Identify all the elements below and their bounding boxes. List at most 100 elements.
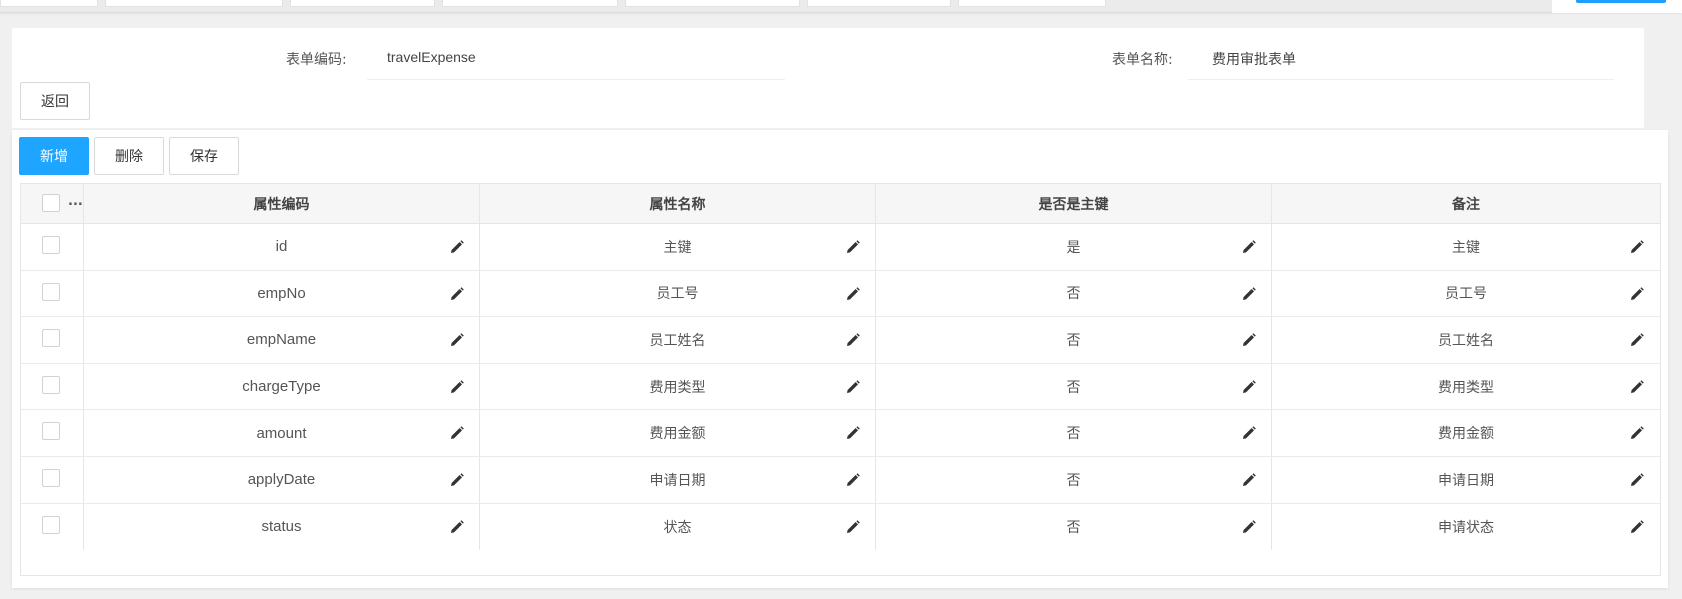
cell-name[interactable]: 申请日期 bbox=[480, 457, 876, 503]
cell-name-text: 费用类型 bbox=[649, 379, 706, 396]
tab-item[interactable] bbox=[807, 0, 951, 7]
tab-item[interactable] bbox=[625, 0, 800, 7]
row-select-cell bbox=[21, 410, 84, 456]
pencil-icon[interactable] bbox=[449, 472, 465, 488]
attribute-table-panel: 新增 删除 保存 ... 属性编码 属性名称 是否是主键 备注 id 主键 是 主键 e… bbox=[12, 130, 1668, 588]
cell-code[interactable]: applyDate bbox=[84, 457, 480, 503]
cell-remark[interactable]: 主键 bbox=[1272, 224, 1660, 270]
pencil-icon[interactable] bbox=[1629, 472, 1645, 488]
cell-primary-key-text: 否 bbox=[1066, 519, 1081, 536]
pencil-icon[interactable] bbox=[1241, 286, 1257, 302]
cell-code[interactable]: chargeType bbox=[84, 363, 480, 410]
pencil-icon[interactable] bbox=[1629, 332, 1645, 348]
pencil-icon[interactable] bbox=[449, 286, 465, 302]
cell-primary-key[interactable]: 否 bbox=[876, 363, 1272, 410]
cell-name[interactable]: 员工号 bbox=[480, 270, 876, 317]
cell-primary-key[interactable]: 是 bbox=[876, 224, 1272, 270]
cell-remark-text: 申请状态 bbox=[1438, 519, 1494, 536]
table-row[interactable]: empName 员工姓名 否 员工姓名 bbox=[21, 317, 1660, 364]
pencil-icon[interactable] bbox=[1241, 379, 1257, 395]
cell-name[interactable]: 费用类型 bbox=[480, 363, 876, 410]
cell-remark[interactable]: 员工姓名 bbox=[1272, 317, 1660, 363]
tab-item[interactable] bbox=[958, 0, 1106, 7]
pencil-icon[interactable] bbox=[449, 239, 465, 255]
pencil-icon[interactable] bbox=[845, 425, 861, 441]
pencil-icon[interactable] bbox=[1629, 519, 1645, 535]
pencil-icon[interactable] bbox=[449, 379, 465, 395]
table-row[interactable]: id 主键 是 主键 bbox=[21, 224, 1660, 271]
cell-name-text: 员工号 bbox=[656, 286, 699, 303]
cell-remark[interactable]: 申请状态 bbox=[1272, 504, 1660, 551]
cell-remark[interactable]: 员工号 bbox=[1272, 271, 1660, 317]
row-checkbox[interactable] bbox=[42, 515, 60, 534]
row-checkbox[interactable] bbox=[42, 375, 60, 394]
pencil-icon[interactable] bbox=[1241, 519, 1257, 535]
row-checkbox[interactable] bbox=[42, 422, 60, 441]
table-row[interactable]: empNo 员工号 否 员工号 bbox=[21, 270, 1660, 318]
cell-remark[interactable]: 申请日期 bbox=[1272, 457, 1660, 503]
pencil-icon[interactable] bbox=[449, 332, 465, 348]
column-header-code: 属性编码 bbox=[84, 184, 480, 224]
tab-item[interactable] bbox=[0, 0, 98, 7]
cell-name[interactable]: 主键 bbox=[480, 224, 876, 270]
pencil-icon[interactable] bbox=[1241, 332, 1257, 348]
cell-remark[interactable]: 费用金额 bbox=[1272, 410, 1660, 456]
cell-primary-key[interactable]: 否 bbox=[876, 503, 1272, 551]
pencil-icon[interactable] bbox=[1629, 425, 1645, 441]
table-row[interactable]: amount 费用金额 否 费用金额 bbox=[21, 410, 1660, 457]
cell-primary-key[interactable]: 否 bbox=[876, 410, 1272, 456]
row-checkbox[interactable] bbox=[42, 282, 60, 301]
tab-strip bbox=[0, 0, 1682, 13]
pencil-icon[interactable] bbox=[1241, 425, 1257, 441]
cell-code[interactable]: empNo bbox=[84, 270, 480, 317]
cell-code[interactable]: empName bbox=[84, 317, 480, 363]
back-button[interactable]: 返回 bbox=[20, 82, 90, 120]
cell-name[interactable]: 状态 bbox=[480, 503, 876, 551]
pencil-icon[interactable] bbox=[845, 332, 861, 348]
row-checkbox[interactable] bbox=[42, 329, 60, 348]
row-select-cell bbox=[21, 363, 84, 410]
row-select-cell bbox=[21, 317, 84, 363]
cell-remark-text: 员工号 bbox=[1445, 286, 1487, 303]
cell-primary-key-text: 否 bbox=[1066, 472, 1081, 489]
pencil-icon[interactable] bbox=[1629, 379, 1645, 395]
table-row[interactable]: applyDate 申请日期 否 申请日期 bbox=[21, 457, 1660, 504]
add-button[interactable]: 新增 bbox=[19, 137, 89, 175]
save-button[interactable]: 保存 bbox=[169, 137, 239, 175]
cell-code[interactable]: status bbox=[84, 503, 480, 551]
pencil-icon[interactable] bbox=[1241, 239, 1257, 255]
delete-button[interactable]: 删除 bbox=[94, 137, 164, 175]
cell-primary-key[interactable]: 否 bbox=[876, 317, 1272, 363]
table-row[interactable]: chargeType 费用类型 否 费用类型 bbox=[21, 363, 1660, 411]
pencil-icon[interactable] bbox=[845, 239, 861, 255]
form-code-underline bbox=[367, 79, 785, 80]
cell-primary-key[interactable]: 否 bbox=[876, 457, 1272, 503]
cell-code[interactable]: amount bbox=[84, 410, 480, 456]
tab-item[interactable] bbox=[290, 0, 435, 7]
pencil-icon[interactable] bbox=[845, 472, 861, 488]
select-all-checkbox[interactable] bbox=[42, 194, 60, 212]
pencil-icon[interactable] bbox=[449, 425, 465, 441]
pencil-icon[interactable] bbox=[449, 519, 465, 535]
select-all-cell: ... bbox=[21, 184, 84, 224]
cell-name[interactable]: 员工姓名 bbox=[480, 317, 876, 363]
column-header-primary-key: 是否是主键 bbox=[876, 184, 1272, 224]
row-checkbox[interactable] bbox=[42, 236, 60, 254]
pencil-icon[interactable] bbox=[1629, 286, 1645, 302]
cell-name[interactable]: 费用金额 bbox=[480, 410, 876, 456]
tab-item[interactable] bbox=[105, 0, 283, 7]
pencil-icon[interactable] bbox=[845, 286, 861, 302]
tab-item[interactable] bbox=[442, 0, 618, 7]
form-name-label: 表单名称: bbox=[1112, 52, 1173, 68]
cell-code[interactable]: id bbox=[84, 224, 480, 270]
cell-remark[interactable]: 费用类型 bbox=[1272, 364, 1660, 410]
select-all-more[interactable]: ... bbox=[68, 194, 83, 209]
pencil-icon[interactable] bbox=[1241, 472, 1257, 488]
pencil-icon[interactable] bbox=[845, 379, 861, 395]
form-name-value: 费用审批表单 bbox=[1212, 51, 1296, 67]
row-checkbox[interactable] bbox=[42, 469, 60, 487]
cell-primary-key[interactable]: 否 bbox=[876, 270, 1272, 317]
pencil-icon[interactable] bbox=[1629, 239, 1645, 255]
pencil-icon[interactable] bbox=[845, 519, 861, 535]
table-row[interactable]: status 状态 否 申请状态 bbox=[21, 503, 1660, 551]
